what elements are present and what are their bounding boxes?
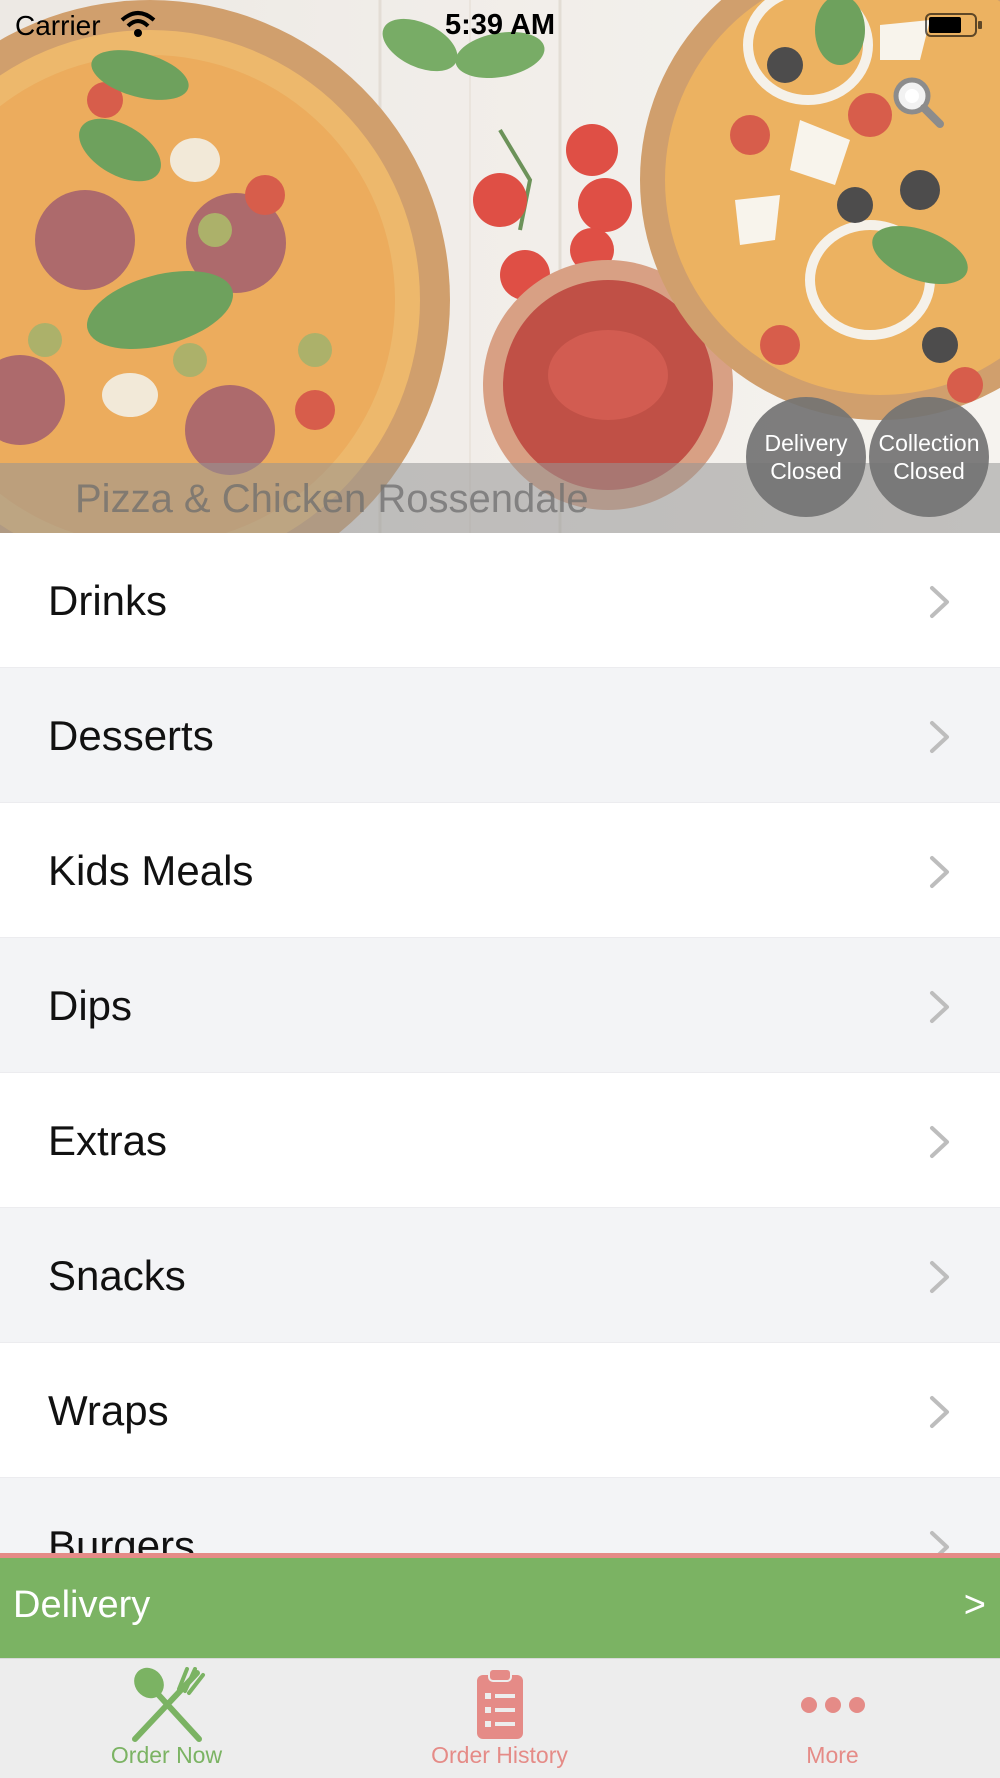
restaurant-name: Pizza & Chicken Rossendale bbox=[75, 477, 589, 521]
search-icon bbox=[893, 77, 944, 128]
collection-status-line2: Closed bbox=[893, 458, 965, 484]
order-type-arrow: > bbox=[963, 1584, 986, 1626]
menu-item-burgers[interactable]: Burgers bbox=[0, 1478, 1000, 1557]
status-bar: Carrier 5:39 AM bbox=[0, 0, 1000, 50]
chevron-right-icon bbox=[930, 1126, 949, 1158]
menu-item-drinks[interactable]: Drinks bbox=[0, 533, 1000, 668]
menu-item-label: Dips bbox=[48, 982, 133, 1029]
tab-order-now[interactable]: Order Now bbox=[0, 1659, 333, 1778]
clipboard-icon bbox=[476, 1668, 523, 1739]
chevron-right-icon bbox=[930, 721, 949, 753]
collection-status-line1: Collection bbox=[878, 430, 980, 456]
menu-item-desserts[interactable]: Desserts bbox=[0, 668, 1000, 803]
delivery-status-badge: Delivery Closed bbox=[746, 397, 866, 517]
collection-status-badge: Collection Closed bbox=[869, 397, 989, 517]
delivery-status-line2: Closed bbox=[770, 458, 842, 484]
hero-banner: Carrier 5:39 AM Pizza & Chicken Rossenda… bbox=[0, 0, 1000, 533]
tab-order-history-label: Order History bbox=[431, 1742, 568, 1768]
menu-item-dips[interactable]: Dips bbox=[0, 938, 1000, 1073]
tab-bar: Order Now Order History More bbox=[0, 1658, 1000, 1778]
battery-icon bbox=[925, 12, 985, 43]
tab-order-history[interactable]: Order History bbox=[333, 1659, 666, 1778]
menu-item-label: Kids Meals bbox=[48, 847, 254, 894]
clock-time: 5:39 AM bbox=[444, 9, 556, 41]
menu-item-wraps[interactable]: Wraps bbox=[0, 1343, 1000, 1478]
chevron-right-icon bbox=[930, 1261, 949, 1293]
search-button[interactable] bbox=[890, 74, 946, 130]
menu-item-label: Desserts bbox=[48, 712, 214, 759]
menu-item-label: Snacks bbox=[48, 1252, 186, 1299]
menu-item-extras[interactable]: Extras bbox=[0, 1073, 1000, 1208]
chevron-right-icon bbox=[930, 991, 949, 1023]
chevron-right-icon bbox=[930, 856, 949, 888]
tab-more[interactable]: More bbox=[666, 1659, 999, 1778]
tab-more-label: More bbox=[806, 1742, 859, 1768]
order-type-bar[interactable]: Delivery > bbox=[0, 1553, 1000, 1658]
menu-category-list: Drinks Desserts Kids Meals Dips Extras S… bbox=[0, 533, 1000, 1557]
menu-item-label: Wraps bbox=[48, 1387, 169, 1434]
menu-item-kids-meals[interactable]: Kids Meals bbox=[0, 803, 1000, 938]
menu-item-snacks[interactable]: Snacks bbox=[0, 1208, 1000, 1343]
tab-order-now-label: Order Now bbox=[110, 1742, 223, 1768]
chevron-right-icon bbox=[930, 586, 949, 618]
more-dots-icon bbox=[800, 1697, 865, 1713]
menu-item-label: Burgers bbox=[48, 1522, 196, 1557]
chevron-right-icon bbox=[930, 1396, 949, 1428]
order-type-label: Delivery bbox=[13, 1584, 151, 1626]
delivery-status-line1: Delivery bbox=[764, 430, 848, 456]
menu-item-label: Drinks bbox=[48, 577, 168, 624]
menu-item-label: Extras bbox=[48, 1117, 168, 1164]
fork-knife-icon bbox=[131, 1667, 205, 1742]
